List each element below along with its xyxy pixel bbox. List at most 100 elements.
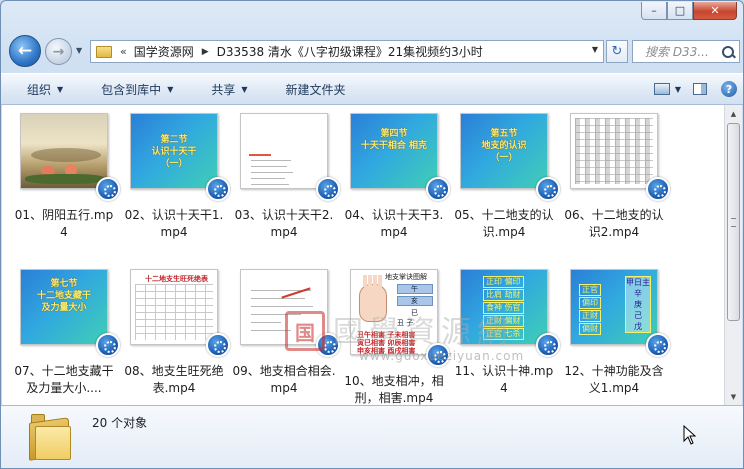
scroll-up-button[interactable]: ▲ (725, 105, 742, 122)
share-menu[interactable]: 共享 ▼ (185, 81, 259, 98)
arrow-right-icon: → (52, 43, 65, 60)
thumbnail-text: 第四节 (380, 129, 408, 139)
maximize-button[interactable]: □ (667, 2, 693, 20)
help-icon[interactable]: ? (721, 81, 737, 97)
file-item[interactable]: 第五节 地支的认识 （一） 05、十二地支的认识.mp4 (454, 113, 570, 258)
thumbnail-text: 食神 伤官 (483, 302, 524, 314)
file-name: 11、认识十神.mp4 (454, 364, 554, 395)
arrow-left-icon: ← (17, 41, 33, 61)
breadcrumb-overflow-chevron[interactable]: « (120, 45, 127, 58)
back-button[interactable]: ← (9, 35, 41, 67)
folder-icon (96, 45, 112, 58)
view-options-dropdown[interactable]: ▼ (675, 85, 681, 94)
forward-button[interactable]: → (45, 38, 72, 65)
thumbnail-text: 偏财 (579, 323, 601, 335)
thumbnail-text: 亥 (411, 297, 418, 305)
file-name: 10、地支相冲，相刑，相害.mp4 (344, 374, 444, 405)
thumbnail-text: 第七节 (50, 279, 78, 289)
media-player-icon (536, 333, 560, 357)
breadcrumb-item-current[interactable]: D33538 清水《八字初级课程》21集视频约3小时 (217, 43, 483, 60)
include-library-menu[interactable]: 包含到库中 ▼ (75, 81, 185, 98)
file-item[interactable]: 06、十二地支的认识2.mp4 (564, 113, 680, 258)
thumbnail-text: 十天干相合 相克 (360, 141, 428, 151)
new-folder-button[interactable]: 新建文件夹 (260, 81, 358, 98)
thumbnail-text: 十二地支生旺死绝表 (145, 275, 208, 283)
thumbnail-text: 正财 偏财 (483, 315, 524, 327)
file-item[interactable]: 第四节 十天干相合 相克 04、认识十天干3.mp4 (345, 113, 460, 258)
search-icon[interactable] (719, 41, 739, 62)
media-player-icon (426, 343, 450, 367)
media-player-icon (646, 333, 670, 357)
thumbnail-text: 第二节 (160, 135, 188, 145)
refresh-button[interactable]: ↻ (606, 40, 628, 63)
search-input[interactable]: 搜索 D33... (633, 43, 719, 60)
file-name: 12、十神功能及含义1.mp4 (564, 364, 664, 395)
file-item[interactable]: 03、认识十天干2.mp4 (235, 113, 350, 258)
media-player-icon (206, 177, 230, 201)
close-button[interactable]: ✕ (693, 2, 737, 20)
file-name: 02、认识十天干1.mp4 (124, 208, 224, 239)
file-name: 05、十二地支的认识.mp4 (454, 208, 554, 239)
thumbnail-text: 认识十天干 (151, 147, 197, 157)
thumbnail-text: 正官 七杀 (483, 328, 524, 340)
thumbnail-text: 偏印 (579, 297, 601, 309)
video-thumbnail: 地支掌诀图解 午 亥 巳 丑 子 丑午相害 子未相害 寅巳相害 卯辰相害 申亥相… (350, 269, 438, 355)
media-player-icon (646, 177, 670, 201)
file-name: 09、地支相合相会.mp4 (232, 364, 336, 395)
file-name: 08、地支生旺死绝表.mp4 (124, 364, 224, 395)
thumbnail-text: 己 (634, 311, 642, 320)
video-thumbnail: 正印 偏印 比肩 劫财 食神 伤官 正财 偏财 正官 七杀 (460, 269, 548, 345)
file-name: 07、十二地支藏干及力量大小.... (14, 364, 114, 395)
thumbnail-chart-box: 甲日主 辛 庚 己 戊 (625, 276, 651, 333)
scroll-down-button[interactable]: ▼ (725, 388, 742, 405)
thumbnail-text: 正官 (579, 284, 601, 296)
minimize-button[interactable]: – (641, 2, 667, 20)
file-item[interactable]: 第二节 认识十天干 （一） 02、认识十天干1.mp4 (125, 113, 240, 258)
media-player-icon (426, 177, 450, 201)
video-thumbnail: 十二地支生旺死绝表 (130, 269, 218, 345)
include-library-label: 包含到库中 (101, 82, 162, 97)
recent-pages-dropdown[interactable]: ▼ (76, 46, 82, 55)
address-dropdown-icon[interactable]: ▼ (592, 45, 598, 54)
video-thumbnail: 第四节 十天干相合 相克 (350, 113, 438, 189)
file-item[interactable]: 正官 偏印 正财 偏财 甲日主 辛 庚 己 戊 12、十神功能及含义1.mp4 (564, 269, 680, 405)
file-name: 06、十二地支的认识2.mp4 (564, 208, 664, 239)
thumbnail-text: 地支的认识 (481, 141, 527, 151)
file-name: 04、认识十天干3.mp4 (344, 208, 444, 239)
file-item[interactable]: 正印 偏印 比肩 劫财 食神 伤官 正财 偏财 正官 七杀 11、认识十神.mp… (455, 269, 570, 405)
thumbnail-text: 十二地支藏干 (36, 291, 91, 301)
video-thumbnail: 第二节 认识十天干 （一） (130, 113, 218, 189)
thumbnail-text: 巳 (411, 309, 418, 317)
navigation-bar: ← → ▼ « 国学资源网 ▶ D33538 清水《八字初级课程》21集视频约3… (1, 33, 743, 69)
file-item[interactable]: 十二地支生旺死绝表 08、地支生旺死绝表.mp4 (124, 269, 240, 405)
video-thumbnail (240, 269, 328, 345)
details-pane: 20 个对象 (1, 405, 743, 468)
address-bar[interactable]: « 国学资源网 ▶ D33538 清水《八字初级课程》21集视频约3小时 ▼ (90, 40, 604, 63)
thumbnail-text: 及力量大小 (41, 303, 87, 313)
media-player-icon (96, 177, 120, 201)
media-player-icon (206, 333, 230, 357)
organize-menu[interactable]: 组织 ▼ (1, 81, 75, 98)
thumbnail-text: 丑 子 (397, 319, 414, 327)
file-item[interactable]: 01、阴阳五行.mp4 (15, 113, 130, 258)
view-controls: ▼ ? (653, 74, 743, 104)
chevron-down-icon: ▼ (167, 84, 174, 94)
vertical-scrollbar[interactable]: ▲ ▼ (724, 105, 742, 405)
video-thumbnail (20, 113, 108, 189)
file-item[interactable]: 第七节 十二地支藏干 及力量大小 07、十二地支藏干及力量大小.... (14, 269, 130, 405)
preview-pane-icon[interactable] (693, 83, 707, 95)
media-player-icon (316, 177, 340, 201)
search-box[interactable]: 搜索 D33... (632, 40, 740, 63)
media-player-icon (536, 177, 560, 201)
breadcrumb-separator[interactable]: ▶ (202, 47, 209, 57)
change-view-icon[interactable] (653, 83, 670, 95)
breadcrumb-item[interactable]: 国学资源网 (134, 43, 194, 60)
file-item[interactable]: 09、地支相合相会.mp4 (232, 269, 350, 405)
file-item[interactable]: 地支掌诀图解 午 亥 巳 丑 子 丑午相害 子未相害 寅巳相害 卯辰相害 申亥相… (344, 269, 460, 405)
thumbnail-text: （一） (160, 159, 188, 169)
file-list: 01、阴阳五行.mp4 第二节 认识十天干 （一） 02、认识十天干1.mp4 … (2, 105, 724, 405)
thumbnail-text: 午 (411, 285, 418, 293)
thumbnail-text: 正印 偏印 (483, 276, 524, 288)
scroll-thumb[interactable] (727, 123, 740, 321)
thumbnail-text: 申亥相害 酉戌相害 (357, 347, 416, 355)
